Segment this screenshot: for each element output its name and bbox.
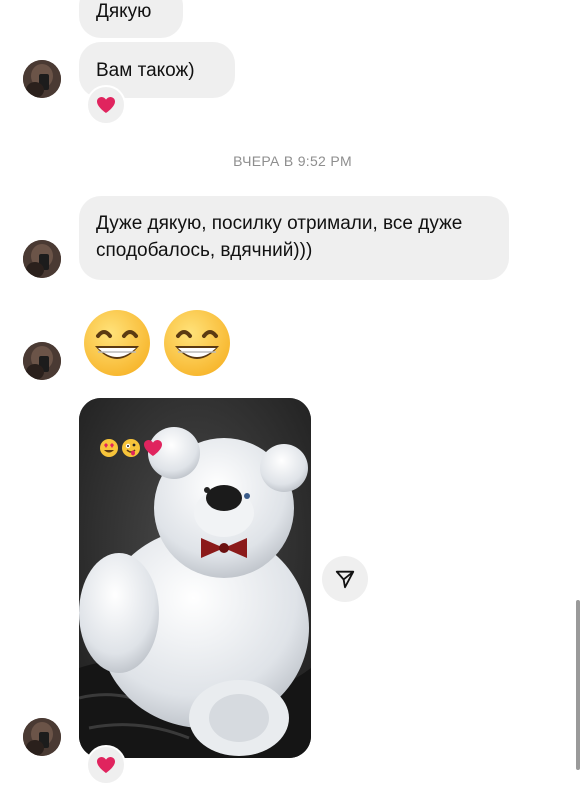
avatar-photo-icon	[23, 718, 61, 756]
message-text: Дуже дякую, посилку отримали, все дуже с…	[96, 213, 463, 261]
message-text: Дякую	[96, 1, 152, 22]
message-bubble-long[interactable]: Дуже дякую, посилку отримали, все дуже с…	[79, 196, 509, 280]
avatar[interactable]	[23, 342, 61, 380]
shared-photo[interactable]: 😍🤪❤️	[79, 398, 311, 758]
grinning-face-icon	[84, 310, 150, 376]
zany-face-icon	[122, 439, 140, 457]
timestamp-divider: ВЧЕРА В 9:52 PM	[233, 153, 352, 169]
heart-icon	[97, 757, 115, 773]
message-bubble-thanks[interactable]: Дякую	[79, 0, 183, 38]
heart-eyes-face-icon	[100, 439, 118, 457]
share-button[interactable]	[322, 556, 368, 602]
avatar-photo-icon	[23, 240, 61, 278]
avatar[interactable]	[23, 240, 61, 278]
avatar[interactable]	[23, 60, 61, 98]
sticker-row: 😍🤪❤️	[99, 438, 163, 458]
avatar[interactable]	[23, 718, 61, 756]
reaction-heart[interactable]: ❤️	[86, 745, 126, 785]
emoji-message[interactable]: 😁😁	[82, 308, 237, 380]
reaction-heart[interactable]	[86, 85, 126, 125]
avatar-photo-icon	[23, 342, 61, 380]
grinning-face-icon	[164, 310, 230, 376]
avatar-photo-icon	[23, 60, 61, 98]
paper-plane-icon	[335, 570, 355, 589]
message-text: Вам також)	[96, 60, 195, 81]
heart-icon	[144, 440, 162, 456]
scrollbar[interactable]	[576, 600, 580, 770]
heart-icon	[97, 97, 115, 113]
